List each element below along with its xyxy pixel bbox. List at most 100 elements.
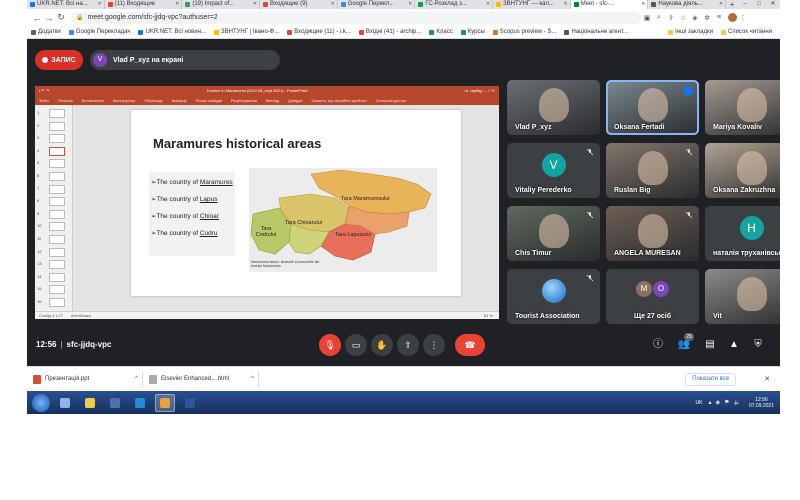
bullet-link[interactable]: Maramures: [200, 179, 233, 186]
participant-tile[interactable]: Chis Timur: [507, 206, 600, 261]
taskbar-app[interactable]: [130, 394, 150, 412]
slide-thumbnail[interactable]: [49, 172, 65, 181]
forward-icon[interactable]: →: [43, 13, 55, 23]
bookmark-item[interactable]: ЗВНТУНГ | Івано-Ф...: [214, 29, 279, 35]
show-all-downloads-button[interactable]: Показати все: [685, 372, 737, 386]
participant-tile[interactable]: Ннаталія труханівська: [705, 206, 780, 261]
tab-close-icon[interactable]: ✕: [175, 0, 179, 9]
clock[interactable]: 12:56 07.09.2021: [749, 397, 774, 409]
network-icon[interactable]: ◈: [715, 399, 720, 406]
bullet-link[interactable]: Lapus: [200, 196, 218, 203]
slide-thumbnail[interactable]: [49, 247, 65, 257]
profile-avatar[interactable]: [728, 13, 737, 22]
slide-thumbnail[interactable]: [49, 260, 65, 270]
slide-thumbnail[interactable]: [49, 109, 65, 118]
slide-thumbnail[interactable]: [49, 285, 65, 295]
close-icon[interactable]: ✕: [764, 375, 770, 383]
tab-close-icon[interactable]: ✕: [564, 0, 568, 9]
more-options-button[interactable]: ⋮: [423, 334, 445, 356]
zoom-level[interactable]: 61 %: [484, 312, 493, 319]
menu-icon[interactable]: ⋮: [737, 14, 749, 22]
share-icon[interactable]: ⇪: [665, 14, 677, 22]
bookmark-folder[interactable]: Інші закладки: [668, 29, 713, 35]
camera-permission-icon[interactable]: ▣: [641, 14, 653, 22]
bullet-link[interactable]: Codru: [200, 230, 218, 237]
browser-tab[interactable]: Наукова діяль... ✕: [648, 0, 727, 9]
reload-icon[interactable]: ↻: [55, 12, 67, 23]
participant-tile[interactable]: Mariya Kovaliv: [705, 80, 780, 135]
bookmark-item[interactable]: Входящие (11) - i.k...: [287, 29, 351, 35]
browser-tab[interactable]: ЗВНТУНГ — кал... ✕: [493, 0, 571, 9]
slide-thumbnail[interactable]: [49, 222, 65, 232]
bookmark-item[interactable]: UKR.NET: Всі новин...: [138, 29, 206, 35]
reading-list-icon[interactable]: ≡: [713, 14, 725, 21]
slide-thumbnail[interactable]: [49, 159, 65, 169]
browser-tab[interactable]: Входящие (9) ✕: [260, 0, 338, 9]
slide-thumbnail[interactable]: [49, 146, 65, 156]
bookmark-item[interactable]: Scopus preview - S...: [492, 29, 556, 35]
participant-tile[interactable]: M O Ще 27 осіб: [606, 269, 699, 324]
chevron-up-icon[interactable]: ^: [135, 376, 138, 382]
bookmark-item[interactable]: Google Перекладач: [68, 29, 130, 35]
taskbar-app[interactable]: [80, 394, 100, 412]
participant-tile[interactable]: Vit: [705, 269, 780, 324]
extension-icon[interactable]: ◈: [689, 14, 701, 22]
tab-close-icon[interactable]: ✕: [719, 0, 723, 9]
tab-close-icon[interactable]: ✕: [408, 0, 412, 9]
ribbon-tab[interactable]: Вставлення: [82, 98, 104, 103]
puzzle-icon[interactable]: ✲: [701, 14, 713, 22]
participant-tile[interactable]: Tourist Association: [507, 269, 600, 324]
ribbon-tab[interactable]: Файл: [39, 98, 49, 103]
bookmark-item[interactable]: Класс: [429, 29, 453, 35]
start-button[interactable]: [32, 393, 50, 412]
ribbon-tab[interactable]: Переходи: [145, 98, 163, 103]
presenter-pill[interactable]: V Vlad P_xyz на екрані: [90, 50, 280, 70]
address-bar[interactable]: 🔒 meet.google.com/sfc-jjdq-vpc?authuser=…: [71, 11, 641, 24]
taskbar-app[interactable]: [180, 394, 200, 412]
taskbar-app[interactable]: [105, 394, 125, 412]
maximize-window-button[interactable]: □: [752, 0, 766, 9]
participant-tile[interactable]: V Vitaliy Perederko: [507, 143, 600, 198]
ribbon-tab[interactable]: Вигляд: [266, 98, 279, 103]
tray-arrow-icon[interactable]: ▴: [708, 399, 711, 406]
taskbar-app[interactable]: [55, 394, 75, 412]
mic-off-button[interactable]: 🎙: [319, 334, 341, 356]
download-item[interactable]: Elsevier Enhanced....html ^: [149, 370, 259, 388]
ribbon-tab[interactable]: Рецензування: [231, 98, 257, 103]
participant-tile[interactable]: Ruslan Big: [606, 143, 699, 198]
participant-tile[interactable]: ANGELA MURESAN: [606, 206, 699, 261]
meeting-details-button[interactable]: ⓘ: [651, 338, 665, 352]
bookmark-item[interactable]: Курсы: [460, 29, 485, 35]
browser-tab[interactable]: Google Перекл... ✕: [338, 0, 416, 9]
ribbon-tab[interactable]: Довідка: [288, 98, 302, 103]
participant-tile[interactable]: Oksana Zakruzhna: [705, 143, 780, 198]
ribbon-tab[interactable]: Початок: [58, 98, 73, 103]
tab-active[interactable]: Meet - sfc-... ✕: [570, 0, 649, 9]
tab-close-icon[interactable]: ✕: [253, 0, 257, 9]
tab-close-icon[interactable]: ✕: [97, 0, 101, 9]
lock-icon[interactable]: 🔒: [76, 14, 83, 21]
language-indicator-tray[interactable]: UK: [696, 400, 703, 406]
back-icon[interactable]: ←: [31, 13, 43, 23]
search-icon[interactable]: ⌕: [653, 14, 665, 22]
tab-close-icon[interactable]: ✕: [330, 0, 334, 9]
chat-button[interactable]: ▤: [703, 338, 717, 352]
flag-icon[interactable]: ⚑: [724, 399, 729, 406]
chevron-up-icon[interactable]: ^: [251, 376, 254, 382]
bookmark-item[interactable]: Вхідні (41) - archip...: [358, 29, 421, 35]
leave-call-button[interactable]: ☎: [455, 334, 485, 356]
host-controls-button[interactable]: ⛨: [751, 338, 765, 352]
participant-tile[interactable]: Vlad P_xyz: [507, 80, 600, 135]
browser-tab[interactable]: UKR.NET: Всі на... ✕: [27, 0, 105, 9]
slide-thumbnail[interactable]: [49, 298, 65, 307]
browser-tab[interactable]: ГС-Розклад з... ✕: [415, 0, 494, 9]
slide-thumbnail[interactable]: [49, 235, 65, 244]
close-window-button[interactable]: ✕: [766, 0, 780, 9]
slide-thumbnail[interactable]: [49, 121, 65, 131]
tab-close-icon[interactable]: ✕: [486, 0, 490, 9]
raise-hand-button[interactable]: ✋: [371, 334, 393, 356]
bookmark-item[interactable]: Національне агент...: [564, 29, 628, 35]
camera-button[interactable]: ▭: [345, 334, 367, 356]
present-button[interactable]: ⇧: [397, 334, 419, 356]
ribbon-tab[interactable]: Спільний доступ: [376, 98, 407, 103]
